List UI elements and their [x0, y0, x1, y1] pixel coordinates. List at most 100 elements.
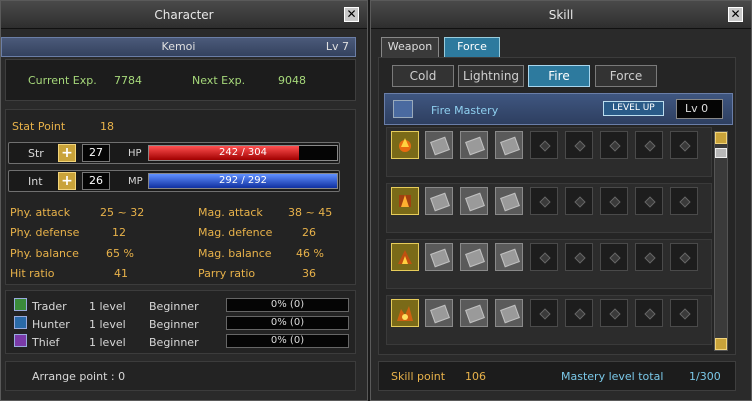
- empty-slot-icon[interactable]: [600, 299, 628, 327]
- current-exp-label: Current Exp.: [28, 74, 97, 87]
- skill-book-icon[interactable]: [460, 187, 488, 215]
- empty-slot-icon[interactable]: [530, 299, 558, 327]
- stat-value: 36: [302, 267, 316, 280]
- stat-label: Phy. defense: [10, 226, 80, 239]
- skill-row: [386, 295, 712, 345]
- hp-label: HP: [128, 148, 142, 159]
- fire-wall-icon[interactable]: [391, 187, 419, 215]
- empty-slot-icon[interactable]: [565, 243, 593, 271]
- skill-book-icon[interactable]: [495, 131, 523, 159]
- arrange-panel: Arrange point : 0: [5, 361, 356, 391]
- tab-weapon[interactable]: Weapon: [381, 37, 439, 57]
- str-plus-button[interactable]: +: [58, 144, 76, 162]
- subtab-lightning[interactable]: Lightning: [458, 65, 524, 87]
- job-level: 1 level: [89, 336, 126, 349]
- empty-slot-icon[interactable]: [670, 131, 698, 159]
- skill-book-icon[interactable]: [495, 187, 523, 215]
- close-icon[interactable]: ✕: [728, 7, 743, 22]
- exp-panel: Current Exp. 7784 Next Exp. 9048: [5, 59, 356, 101]
- empty-slot-icon[interactable]: [600, 187, 628, 215]
- stat-point-label: Stat Point: [12, 120, 66, 133]
- skill-point-value: 106: [465, 370, 486, 383]
- current-exp-value: 7784: [114, 74, 142, 87]
- skill-book-icon[interactable]: [425, 299, 453, 327]
- scroll-down-icon[interactable]: [715, 338, 727, 350]
- int-value: 26: [82, 172, 110, 190]
- mastery-name: Fire Mastery: [431, 104, 499, 117]
- skill-book-icon[interactable]: [460, 299, 488, 327]
- empty-slot-icon[interactable]: [530, 187, 558, 215]
- character-titlebar[interactable]: Character ✕: [1, 1, 367, 29]
- level-up-button[interactable]: LEVEL UP: [603, 101, 664, 116]
- job-name: Thief: [32, 336, 60, 349]
- skill-book-icon[interactable]: [495, 243, 523, 271]
- stat-label: Phy. balance: [10, 247, 79, 260]
- stat-label: Parry ratio: [198, 267, 256, 280]
- skill-book-icon[interactable]: [425, 131, 453, 159]
- fire-blast-icon[interactable]: [391, 299, 419, 327]
- empty-slot-icon[interactable]: [670, 299, 698, 327]
- skill-book-icon[interactable]: [495, 299, 523, 327]
- empty-slot-icon[interactable]: [565, 299, 593, 327]
- tab-force[interactable]: Force: [444, 37, 500, 57]
- mastery-total-value: 1/300: [689, 370, 721, 383]
- mp-text: 292 / 292: [219, 175, 267, 186]
- empty-slot-icon[interactable]: [670, 187, 698, 215]
- empty-slot-icon[interactable]: [530, 131, 558, 159]
- stat-label: Hit ratio: [10, 267, 55, 280]
- str-value: 27: [82, 144, 110, 162]
- hunter-icon: [14, 316, 27, 329]
- job-rank: Beginner: [149, 300, 199, 313]
- empty-slot-icon[interactable]: [565, 187, 593, 215]
- next-exp-label: Next Exp.: [192, 74, 246, 87]
- empty-slot-icon[interactable]: [530, 243, 558, 271]
- subtab-cold[interactable]: Cold: [392, 65, 454, 87]
- job-rank: Beginner: [149, 336, 199, 349]
- mastery-icon: [393, 100, 413, 118]
- int-plus-button[interactable]: +: [58, 172, 76, 190]
- job-name: Hunter: [32, 318, 70, 331]
- close-icon[interactable]: ✕: [344, 7, 359, 22]
- skill-titlebar[interactable]: Skill ✕: [371, 1, 751, 29]
- scroll-up-icon[interactable]: [715, 132, 727, 144]
- stat-point-value: 18: [100, 120, 114, 133]
- empty-slot-icon[interactable]: [635, 187, 663, 215]
- skill-book-icon[interactable]: [425, 243, 453, 271]
- empty-slot-icon[interactable]: [635, 243, 663, 271]
- mastery-level: Lv 0: [676, 99, 723, 119]
- empty-slot-icon[interactable]: [565, 131, 593, 159]
- skill-book-icon[interactable]: [460, 131, 488, 159]
- stat-value: 46 %: [296, 247, 324, 260]
- hp-text: 242 / 304: [219, 147, 267, 158]
- str-label: Str: [28, 147, 44, 160]
- trader-icon: [14, 298, 27, 311]
- fire-skill-icon[interactable]: [391, 131, 419, 159]
- stat-label: Mag. attack: [198, 206, 263, 219]
- subtab-fire[interactable]: Fire: [528, 65, 590, 87]
- stat-value: 38 ~ 45: [288, 206, 333, 219]
- empty-slot-icon[interactable]: [635, 131, 663, 159]
- fire-shield-icon[interactable]: [391, 243, 419, 271]
- character-title: Character: [154, 8, 214, 22]
- job-progress: 0% (0): [226, 334, 349, 348]
- stat-label: Mag. balance: [198, 247, 272, 260]
- skill-footer: Skill point 106 Mastery level total 1/30…: [378, 361, 736, 391]
- job-name: Trader: [32, 300, 67, 313]
- stat-value: 65 %: [106, 247, 134, 260]
- stat-label: Mag. defence: [198, 226, 273, 239]
- arrange-point: Arrange point : 0: [32, 370, 126, 383]
- stat-value: 41: [114, 267, 128, 280]
- empty-slot-icon[interactable]: [600, 243, 628, 271]
- skill-book-icon[interactable]: [460, 243, 488, 271]
- empty-slot-icon[interactable]: [670, 243, 698, 271]
- scroll-thumb[interactable]: [715, 148, 727, 158]
- subtab-force[interactable]: Force: [595, 65, 657, 87]
- character-name: Kemoi: [161, 40, 196, 53]
- stat-label: Phy. attack: [10, 206, 71, 219]
- skill-book-icon[interactable]: [425, 187, 453, 215]
- empty-slot-icon[interactable]: [600, 131, 628, 159]
- skill-scrollbar[interactable]: [714, 131, 728, 351]
- next-exp-value: 9048: [278, 74, 306, 87]
- stat-value: 26: [302, 226, 316, 239]
- empty-slot-icon[interactable]: [635, 299, 663, 327]
